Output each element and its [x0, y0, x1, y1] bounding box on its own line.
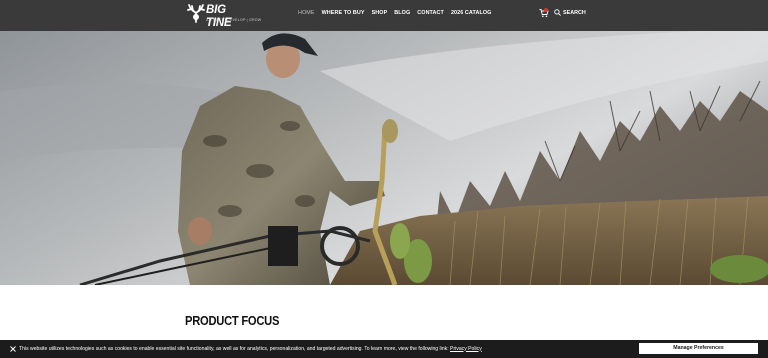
search-icon [554, 9, 561, 16]
nav-blog[interactable]: BLOG [394, 10, 410, 16]
privacy-policy-link[interactable]: Privacy Policy [450, 346, 482, 352]
nav-home[interactable]: HOME [298, 10, 315, 16]
search-label: SEARCH [563, 9, 586, 16]
cookie-message: This website utilizes technologies such … [19, 346, 482, 352]
manage-preferences-button[interactable]: Manage Preferences [639, 343, 758, 354]
logo[interactable]: BIG TINE ATTRACT | DEVELOP | GROW [187, 3, 261, 29]
nav-catalog[interactable]: 2026 CATALOG [451, 10, 492, 16]
nav-contact[interactable]: CONTACT [417, 10, 444, 16]
main-nav: HOME WHERE TO BUY SHOP BLOG CONTACT 2026… [298, 10, 498, 16]
nav-where-to-buy[interactable]: WHERE TO BUY [322, 10, 365, 16]
cookie-text: This website utilizes technologies such … [19, 345, 449, 352]
close-icon[interactable] [9, 345, 17, 353]
search-button[interactable]: SEARCH [554, 9, 586, 16]
hero-banner [0, 31, 768, 285]
cart-badge [544, 8, 548, 12]
logo-tagline: ATTRACT | DEVELOP | GROW [206, 18, 262, 22]
section-title: PRODUCT FOCUS [185, 313, 280, 328]
logo-text: BIG TINE [206, 4, 232, 29]
antler-logo-icon [187, 4, 205, 23]
site-header: BIG TINE ATTRACT | DEVELOP | GROW HOME W… [0, 0, 768, 31]
nav-shop[interactable]: SHOP [372, 10, 388, 16]
cookie-banner: This website utilizes technologies such … [0, 340, 768, 358]
hero-photo [0, 31, 768, 285]
